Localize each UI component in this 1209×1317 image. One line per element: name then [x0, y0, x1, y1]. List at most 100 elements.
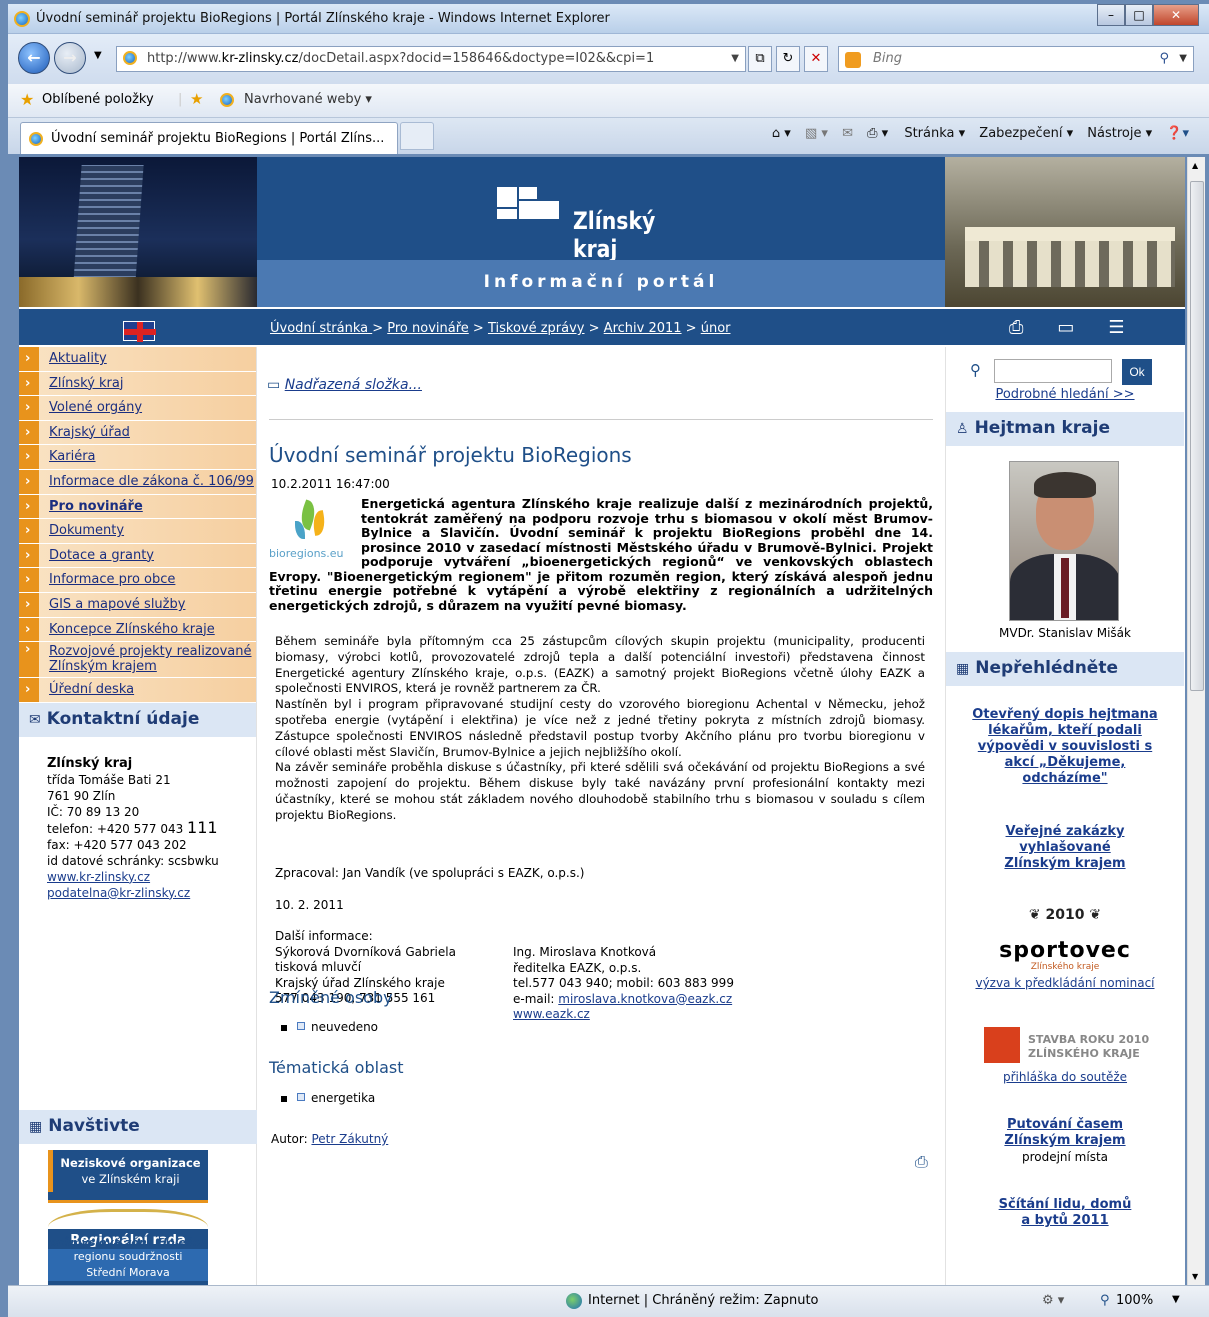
menu-item[interactable]: Aktuality	[19, 347, 256, 372]
contact-web-link[interactable]: www.kr-zlinsky.cz	[47, 870, 150, 884]
menu-item[interactable]: Zlínský kraj	[19, 371, 256, 397]
scrollbar-thumb[interactable]	[1190, 181, 1204, 691]
competition-link[interactable]: přihláška do soutěže	[1003, 1070, 1127, 1084]
stop-icon[interactable]: ✕	[804, 46, 828, 72]
compatibility-view-icon[interactable]: ⧉	[748, 46, 772, 72]
menu-item-label[interactable]: Pro novináře	[49, 499, 143, 514]
menu-item-label[interactable]: Informace pro obce	[49, 572, 175, 587]
page-menu[interactable]: Stránka ▾	[904, 126, 965, 141]
menu-item[interactable]: Krajský úřad	[19, 420, 256, 446]
parent-folder[interactable]: ▭ Nadřazená složka...	[267, 377, 422, 393]
address-dropdown-icon[interactable]: ▼	[731, 47, 739, 71]
history-dropdown-icon[interactable]: ▼	[94, 50, 102, 61]
close-button[interactable]: ✕	[1153, 4, 1199, 26]
menu-item[interactable]: Kariéra	[19, 445, 256, 470]
advanced-search-link[interactable]: Podrobné hledání >>	[995, 387, 1134, 402]
url-prefix: http://www.	[147, 51, 222, 66]
suggested-sites-button[interactable]: Navrhované weby ▾	[244, 92, 372, 107]
menu-item[interactable]: Koncepce Zlínského kraje	[19, 617, 256, 643]
scroll-up-icon[interactable]: ▲	[1192, 161, 1198, 170]
prumyslova-zona-logo[interactable]: průmyslová zóna Holešov	[48, 1209, 208, 1255]
zoom-level[interactable]: 100%	[1116, 1293, 1153, 1308]
menu-item[interactable]: Dotace a granty	[19, 543, 256, 569]
menu-item-label[interactable]: Zlínský kraj	[49, 376, 123, 391]
settings-icon[interactable]: ⚙ ▾	[1042, 1293, 1064, 1308]
maximize-button[interactable]: □	[1125, 4, 1153, 26]
scroll-down-icon[interactable]: ▼	[1192, 1272, 1198, 1281]
help-icon[interactable]: ❓▾	[1166, 126, 1189, 141]
menu-item-label[interactable]: Aktuality	[49, 351, 107, 366]
menu-item-label[interactable]: Dokumenty	[49, 523, 124, 538]
breadcrumb-home[interactable]: Úvodní stránka	[270, 321, 372, 336]
zoom-icon[interactable]: ⚲	[1100, 1293, 1110, 1308]
mail-icon[interactable]: ✉	[842, 126, 853, 141]
list-icon[interactable]: ☰	[1108, 317, 1124, 338]
zlinsky-kraj-logo[interactable]: Zlínský kraj	[497, 187, 697, 263]
print-icon[interactable]: ⎙ ▾	[867, 126, 888, 141]
open-letter-link[interactable]: Otevřený dopis hejtmana lékařům, kteří p…	[972, 707, 1157, 786]
print-page-icon[interactable]: ⎙	[1009, 317, 1023, 338]
search-ok-button[interactable]: Ok	[1122, 359, 1152, 385]
sportovec-badge[interactable]: ❦ 2010 ❦ sportovec Zlínského kraje	[946, 907, 1184, 975]
screen-icon[interactable]: ▭	[1057, 317, 1074, 338]
safety-menu[interactable]: Zabezpečení ▾	[979, 126, 1073, 141]
neziskove-organizace-banner[interactable]: Neziskové organizace ve Zlínském kraji	[48, 1150, 208, 1192]
author-link[interactable]: Petr Zákutný	[311, 1132, 388, 1146]
contact2-email-link[interactable]: miroslava.knotkova@eazk.cz	[558, 992, 732, 1006]
laurel-icon: ❦ 2010 ❦	[1028, 907, 1102, 923]
breadcrumb-press[interactable]: Pro novináře	[387, 321, 469, 336]
menu-item-selected[interactable]: Pro novináře	[19, 494, 256, 520]
contact2-web-link[interactable]: www.eazk.cz	[513, 1007, 590, 1021]
menu-item-label[interactable]: Úřední deska	[49, 682, 134, 697]
menu-item-label[interactable]: Dotace a granty	[49, 548, 154, 563]
new-tab-button[interactable]	[400, 122, 434, 150]
tab-active[interactable]: Úvodní seminář projektu BioRegions | Por…	[20, 122, 398, 154]
contact-email-link[interactable]: podatelna@kr-zlinsky.cz	[47, 886, 190, 900]
menu-item-label[interactable]: GIS a mapové služby	[49, 597, 185, 612]
zoom-dropdown-icon[interactable]: ▼	[1172, 1294, 1180, 1305]
menu-item[interactable]: Rozvojové projekty realizované Zlínským …	[19, 642, 256, 679]
add-favorites-icon[interactable]: ★	[190, 90, 203, 108]
security-zone[interactable]: Internet | Chráněný režim: Zapnuto	[588, 1293, 819, 1308]
nominations-link[interactable]: výzva k předkládání nominací	[975, 976, 1154, 990]
breadcrumb-archive[interactable]: Archiv 2011	[604, 321, 682, 336]
menu-item[interactable]: Informace dle zákona č. 106/99	[19, 469, 256, 495]
time-travel-link[interactable]: Putování časem Zlínským krajem	[1004, 1117, 1125, 1148]
menu-item[interactable]: Dokumenty	[19, 519, 256, 544]
print-article-icon[interactable]: ⎙	[915, 1152, 928, 1172]
menu-item[interactable]: Volené orgány	[19, 396, 256, 421]
forward-button[interactable]: →	[54, 42, 86, 74]
ie-logo-icon	[14, 11, 30, 27]
search-icon[interactable]: ⚲	[1159, 47, 1169, 71]
menu-item-label[interactable]: Rozvojové projekty realizované Zlínským …	[49, 644, 252, 674]
favorites-star-icon[interactable]: ★	[20, 90, 34, 109]
search-dropdown-icon[interactable]: ▼	[1179, 47, 1187, 71]
favorites-button[interactable]: Oblíbené položky	[42, 92, 154, 107]
back-button[interactable]: ←	[18, 42, 50, 74]
public-contracts-link[interactable]: Veřejné zakázky vyhlašované Zlínským kra…	[1004, 824, 1125, 871]
census-link[interactable]: Sčítání lidu, domů a bytů 2011	[999, 1197, 1132, 1228]
menu-item-label[interactable]: Krajský úřad	[49, 425, 130, 440]
site-search-input[interactable]	[994, 359, 1112, 383]
menu-item[interactable]: GIS a mapové služby	[19, 592, 256, 618]
address-input[interactable]: http://www.kr-zlinsky.cz/docDetail.aspx?…	[116, 46, 746, 72]
home-icon[interactable]: ⌂ ▾	[772, 126, 791, 141]
divider	[269, 419, 933, 420]
feeds-icon[interactable]: ▧ ▾	[805, 126, 828, 141]
english-flag-icon[interactable]	[123, 321, 156, 342]
refresh-icon[interactable]: ↻	[776, 46, 800, 72]
menu-item-label[interactable]: Volené orgány	[49, 400, 142, 415]
parent-folder-link[interactable]: Nadřazená složka...	[285, 377, 422, 393]
menu-item-label[interactable]: Koncepce Zlínského kraje	[49, 622, 215, 637]
tools-menu[interactable]: Nástroje ▾	[1087, 126, 1152, 141]
breadcrumb-february[interactable]: únor	[701, 321, 731, 336]
search-input[interactable]: Bing ⚲ ▼	[838, 46, 1194, 72]
breadcrumb-releases[interactable]: Tiskové zprávy	[488, 321, 585, 336]
menu-item[interactable]: Úřední deska	[19, 678, 256, 703]
menu-item-label[interactable]: Kariéra	[49, 449, 96, 464]
nominations: výzva k předkládání nominací	[946, 975, 1184, 992]
menu-item-label[interactable]: Informace dle zákona č. 106/99	[49, 474, 254, 489]
vertical-scrollbar[interactable]: ▲ ▼	[1187, 157, 1205, 1285]
menu-item[interactable]: Informace pro obce	[19, 568, 256, 593]
minimize-button[interactable]: –	[1097, 4, 1125, 26]
